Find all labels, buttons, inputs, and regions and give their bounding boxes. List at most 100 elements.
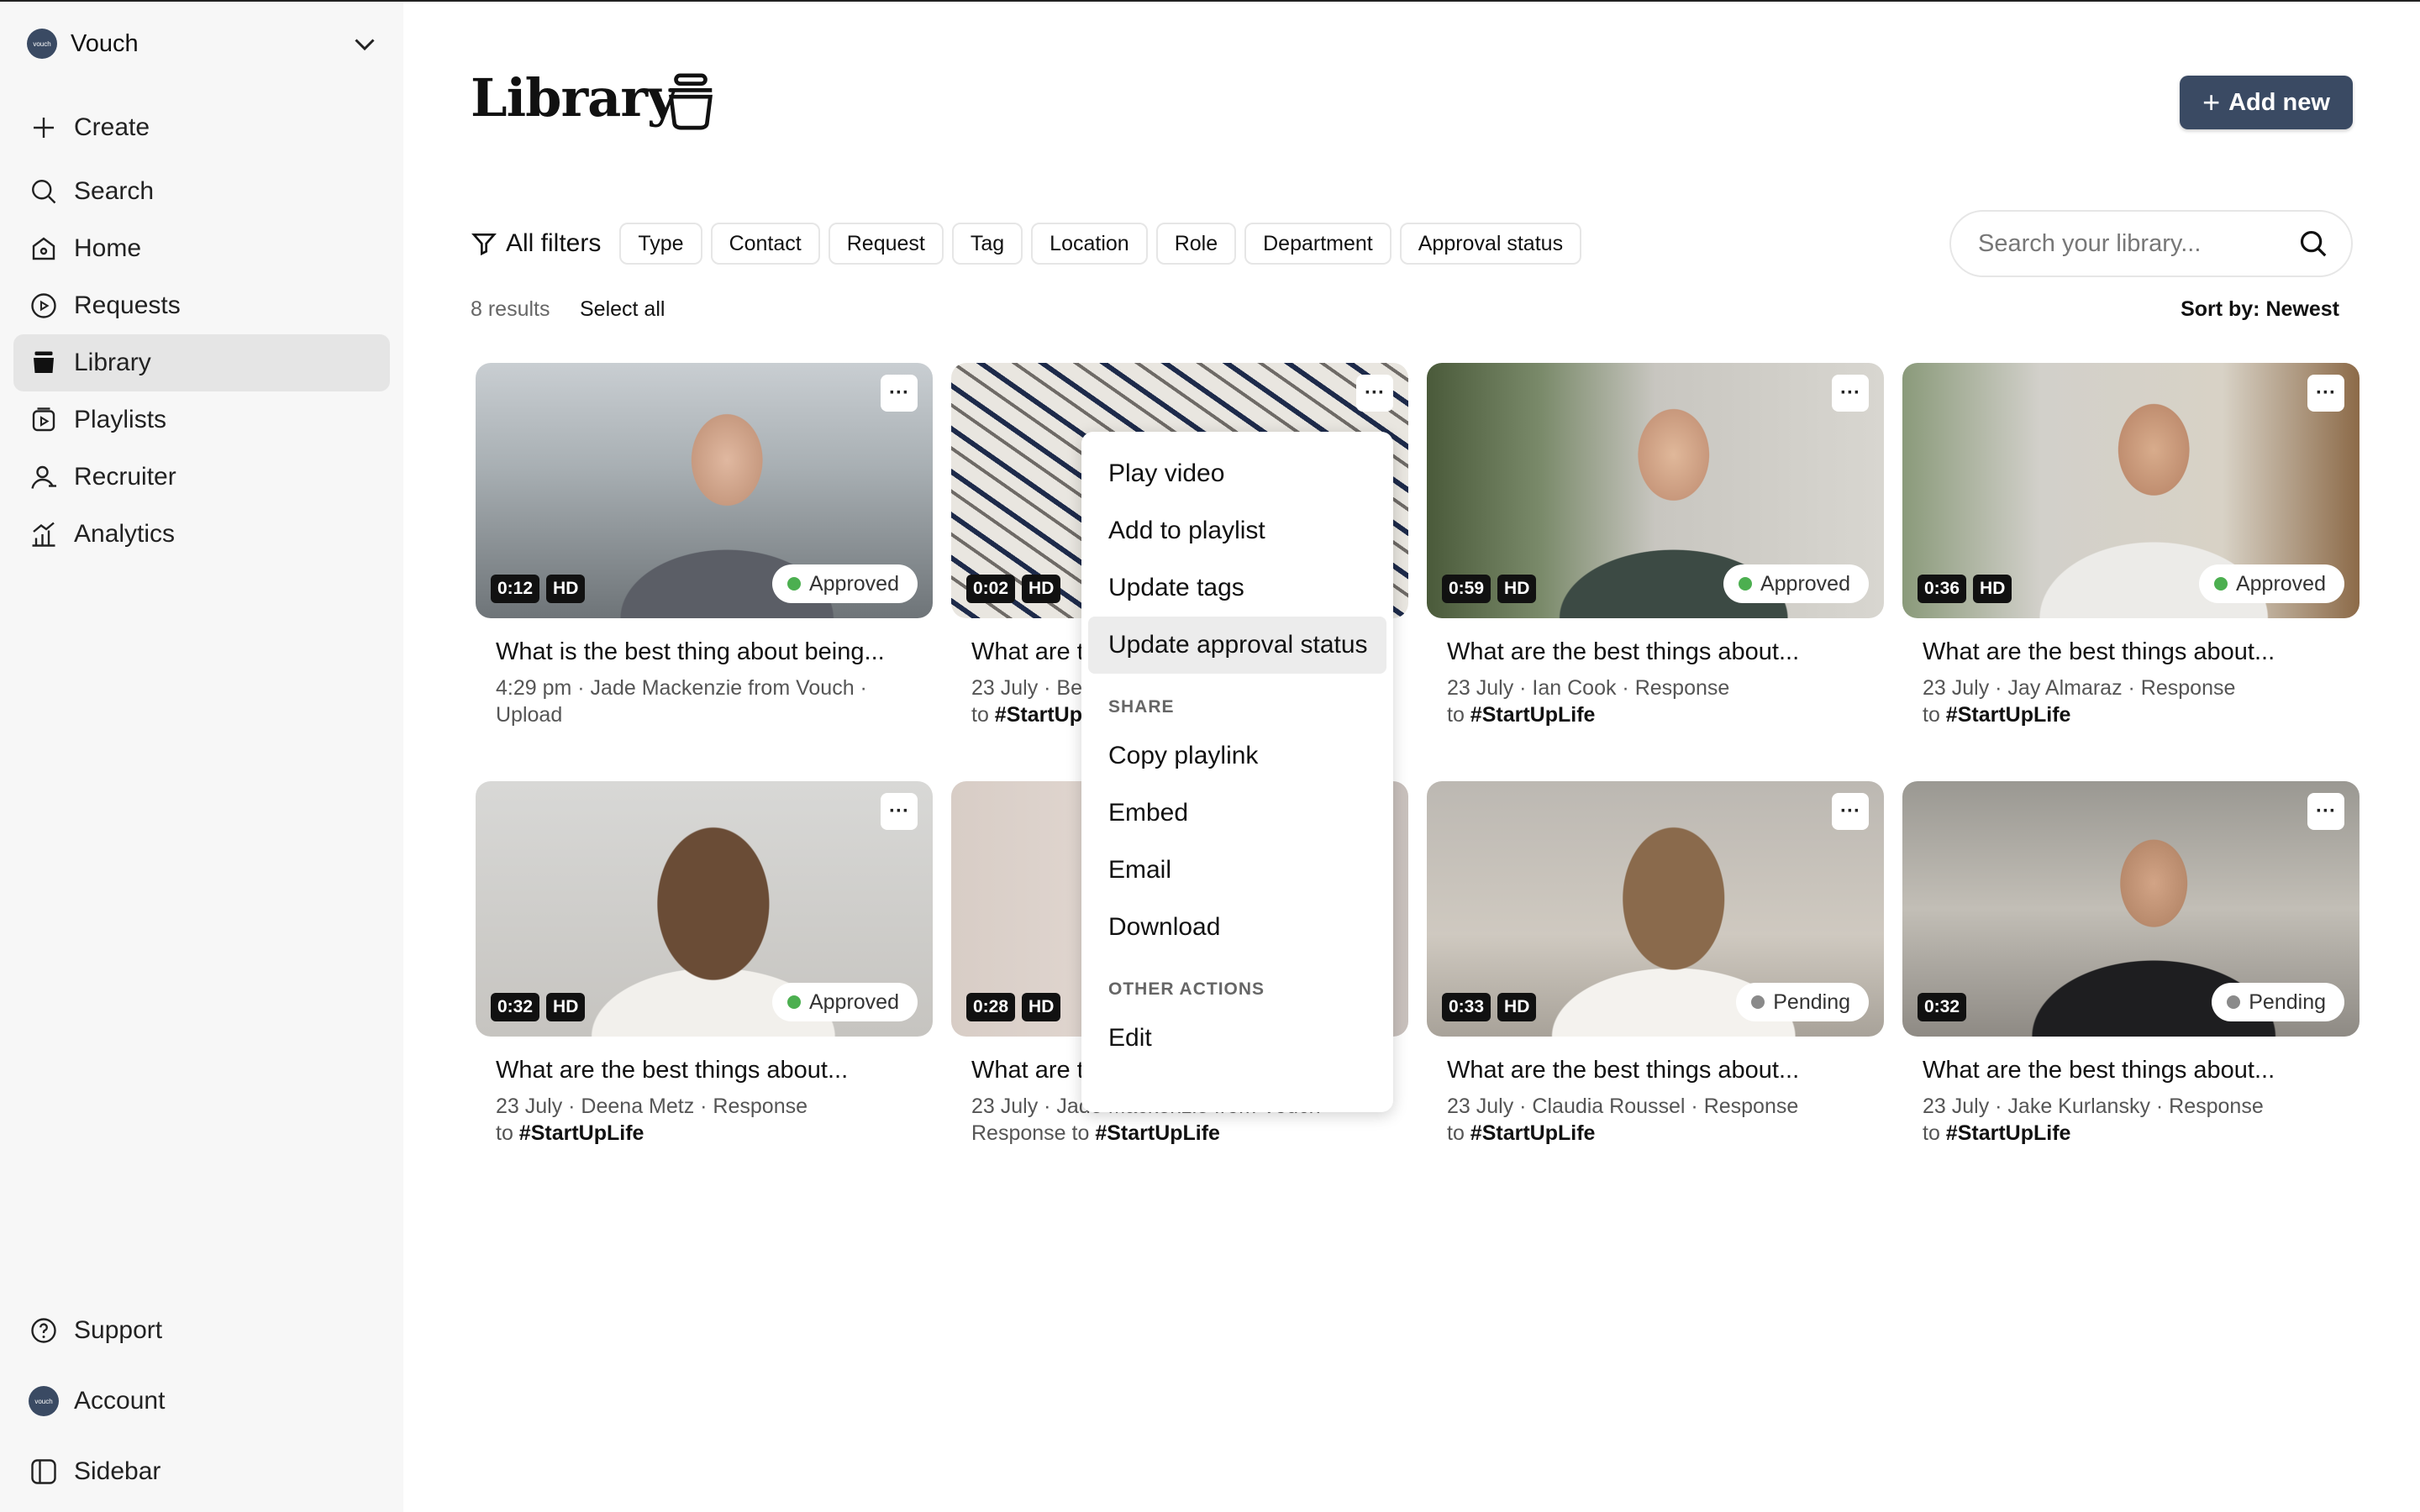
duration-badge: 0:28 (966, 993, 1016, 1021)
video-meta: 23 July · Ian Cook · Response to #StartUp… (1447, 675, 1864, 728)
duration-badge: 0:32 (1918, 993, 1967, 1021)
video-title[interactable]: What are the best things about... (496, 1057, 933, 1084)
sidebar-icon (29, 1457, 59, 1487)
video-meta: 23 July · Claudia Roussel · Response to #… (1447, 1093, 1864, 1147)
nav-home[interactable]: Home (13, 220, 390, 277)
chevron-down-icon (355, 39, 375, 51)
video-thumbnail[interactable]: ··· 0:33 HD Pending (1427, 781, 1884, 1037)
page-title: Library (471, 67, 677, 129)
search-icon (29, 176, 59, 207)
video-card[interactable]: ··· 0:32 HD Approved What are the best th… (476, 781, 933, 1147)
nav-library[interactable]: Library (13, 334, 390, 391)
video-title[interactable]: What are the best things about... (1923, 1057, 2360, 1084)
nav-playlists-label: Playlists (74, 406, 167, 433)
video-thumbnail[interactable]: ··· 0:36 HD Approved (1902, 363, 2360, 618)
search-input[interactable] (1978, 229, 2297, 258)
video-card[interactable]: ··· 0:32 Pending What are the best thing… (1902, 781, 2360, 1147)
org-logo: vouch (27, 29, 57, 59)
org-switcher[interactable]: vouch Vouch (27, 25, 380, 62)
nav-requests-label: Requests (74, 291, 181, 319)
nav-support[interactable]: Support (13, 1302, 390, 1359)
duration-badge: 0:02 (966, 575, 1016, 603)
duration-badge: 0:12 (491, 575, 540, 603)
filter-chip-request[interactable]: Request (828, 223, 944, 265)
more-options-button[interactable]: ··· (1832, 793, 1869, 830)
more-options-button[interactable]: ··· (881, 375, 918, 412)
video-title[interactable]: What are the best things about... (1447, 1057, 1884, 1084)
video-title[interactable]: What are the best things about... (1447, 638, 1884, 666)
video-title[interactable]: What are the best things about... (1923, 638, 2360, 666)
menu-update-tags[interactable]: Update tags (1088, 559, 1386, 617)
more-options-button[interactable]: ··· (2307, 793, 2344, 830)
menu-email[interactable]: Email (1088, 842, 1386, 899)
menu-section-other-actions: OTHER ACTIONS (1108, 979, 1265, 999)
menu-embed[interactable]: Embed (1088, 785, 1386, 842)
menu-play-video[interactable]: Play video (1088, 445, 1386, 502)
video-thumbnail[interactable]: ··· 0:32 Pending (1902, 781, 2360, 1037)
home-icon (29, 234, 59, 264)
video-meta-prefix: Response to (971, 1121, 1096, 1145)
video-card[interactable]: ··· 0:12 HD Approved What is the best thi… (476, 363, 933, 728)
more-options-button[interactable]: ··· (1832, 375, 1869, 412)
nav-search[interactable]: Search (13, 163, 390, 220)
video-card[interactable]: ··· 0:33 HD Pending What are the best thi… (1427, 781, 1884, 1147)
video-title[interactable]: What is the best thing about being... (496, 638, 933, 666)
main-content: Library + Add new All filters Type Conta… (403, 2, 2420, 1512)
menu-download[interactable]: Download (1088, 899, 1386, 956)
status-dot (2227, 995, 2241, 1009)
video-thumbnail[interactable]: ··· 0:12 HD Approved (476, 363, 933, 618)
video-thumbnail[interactable]: ··· 0:32 HD Approved (476, 781, 933, 1037)
account-avatar: vouch (29, 1386, 59, 1416)
nav-create[interactable]: Create (13, 99, 390, 156)
more-options-button[interactable]: ··· (1356, 375, 1393, 412)
all-filters-button[interactable]: All filters (471, 229, 601, 258)
video-tag: #StartUpLife (1095, 1121, 1220, 1145)
status-dot (786, 577, 801, 591)
filter-chip-department[interactable]: Department (1244, 223, 1392, 265)
playlists-icon (29, 405, 59, 435)
nav-sidebar-toggle[interactable]: Sidebar (13, 1443, 390, 1500)
more-options-button[interactable]: ··· (881, 793, 918, 830)
sort-dropdown[interactable]: Sort by: Newest (2181, 297, 2339, 322)
results-count: 8 results (471, 297, 550, 321)
hd-badge: HD (1022, 575, 1061, 603)
help-icon (29, 1315, 59, 1346)
filter-chip-tag[interactable]: Tag (951, 223, 1023, 265)
video-meta-text: 23 July · Ian Cook · Response (1447, 676, 1730, 700)
duration-badge: 0:36 (1918, 575, 1967, 603)
duration-badge: 0:33 (1442, 993, 1491, 1021)
requests-icon (29, 291, 59, 321)
search-icon[interactable] (2297, 228, 2329, 260)
nav-account[interactable]: vouch Account (13, 1373, 390, 1430)
nav-requests[interactable]: Requests (13, 277, 390, 334)
filter-chip-location[interactable]: Location (1031, 223, 1148, 265)
status-dot (1738, 577, 1752, 591)
menu-add-to-playlist[interactable]: Add to playlist (1088, 502, 1386, 559)
library-outline-icon (669, 73, 713, 130)
plus-icon (29, 113, 59, 143)
filter-chip-approval-status[interactable]: Approval status (1399, 223, 1582, 265)
filter-chip-type[interactable]: Type (619, 223, 702, 265)
menu-copy-playlink[interactable]: Copy playlink (1088, 727, 1386, 785)
video-card[interactable]: ··· 0:59 HD Approved What are the best th… (1427, 363, 1884, 728)
filter-chip-role[interactable]: Role (1155, 223, 1237, 265)
analytics-icon (29, 519, 59, 549)
menu-update-approval-status[interactable]: Update approval status (1088, 617, 1386, 674)
filter-bar: All filters Type Contact Request Tag Loc… (471, 222, 1590, 265)
status-dot (2213, 577, 2228, 591)
menu-section-share: SHARE (1108, 697, 1175, 717)
nav-playlists[interactable]: Playlists (13, 391, 390, 449)
plus-icon: + (2202, 85, 2221, 119)
video-meta-text: 23 July · Jay Almaraz · Response (1923, 676, 2236, 700)
duration-badge: 0:59 (1442, 575, 1491, 603)
select-all-button[interactable]: Select all (580, 297, 665, 322)
video-card[interactable]: ··· 0:36 HD Approved What are the best th… (1902, 363, 2360, 728)
video-thumbnail[interactable]: ··· 0:59 HD Approved (1427, 363, 1884, 618)
add-new-button[interactable]: + Add new (2180, 76, 2353, 129)
filter-chip-contact[interactable]: Contact (710, 223, 820, 265)
more-options-button[interactable]: ··· (2307, 375, 2344, 412)
menu-edit[interactable]: Edit (1088, 1010, 1386, 1067)
nav-analytics[interactable]: Analytics (13, 506, 390, 563)
add-new-label: Add new (2228, 88, 2330, 116)
nav-recruiter[interactable]: Recruiter (13, 449, 390, 506)
